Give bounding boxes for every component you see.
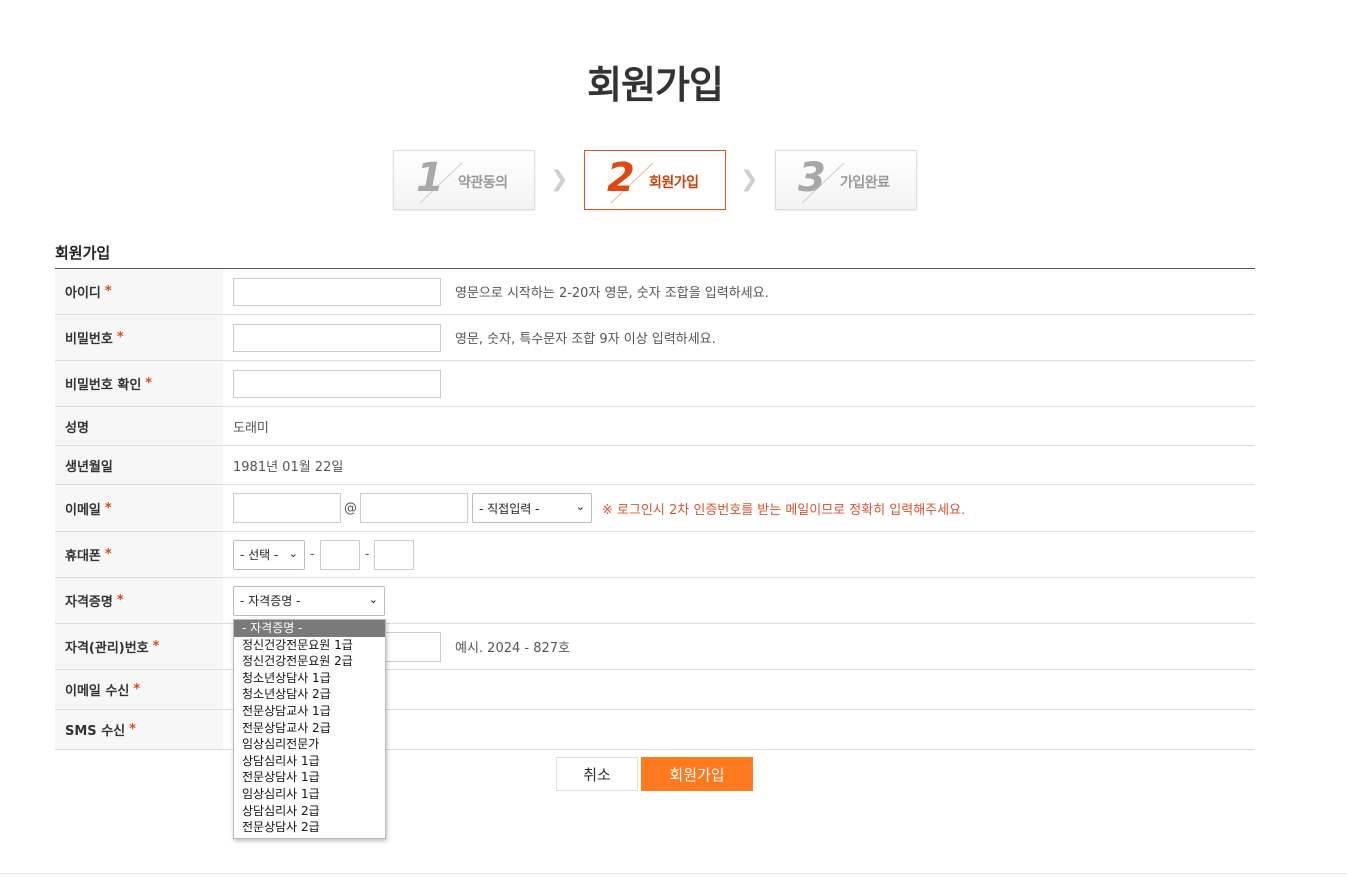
cert-option[interactable]: 전문상담교사 1급 [234, 703, 385, 720]
password-input[interactable] [233, 323, 441, 352]
label-cert-number: 자격(관리)번호 * [55, 624, 223, 669]
row-password: 비밀번호 * 영문, 숫자, 특수문자 조합 9자 이상 입력하세요. [55, 315, 1255, 361]
join-button[interactable]: 회원가입 [641, 757, 753, 791]
cancel-button[interactable]: 취소 [556, 757, 638, 791]
email-domain-select[interactable]: - 직접입력 - ⌄ [472, 493, 592, 523]
email-domain-input[interactable] [360, 493, 468, 523]
label-password-confirm: 비밀번호 확인 * [55, 361, 223, 406]
required-mark: * [129, 722, 136, 737]
label-email-receive: 이메일 수신 * [55, 670, 223, 709]
row-email: 이메일 * @ - 직접입력 - ⌄ ※ 로그인시 2차 인증번호를 받는 메일이므… [55, 485, 1255, 532]
cert-option[interactable]: 상담심리사 1급 [234, 753, 385, 770]
label-id: 아이디 * [55, 269, 223, 314]
label-phone: 휴대폰 * [55, 532, 223, 577]
cert-option[interactable]: 정신건강전문요원 1급 [234, 637, 385, 654]
row-name: 성명 도래미 [55, 407, 1255, 446]
cert-option[interactable]: 상담심리사 2급 [234, 803, 385, 820]
step-join: 2 회원가입 [584, 150, 726, 210]
step-label: 가입완료 [840, 175, 890, 191]
email-at: @ [344, 500, 357, 516]
phone-dash: - [310, 547, 315, 562]
row-phone: 휴대폰 * - 선택 - ⌄ - - [55, 532, 1255, 578]
label-name: 성명 [55, 407, 223, 445]
required-mark: * [104, 547, 112, 562]
required-mark: * [116, 593, 124, 608]
row-password-confirm: 비밀번호 확인 * [55, 361, 1255, 407]
label-password: 비밀번호 * [55, 315, 223, 360]
cert-option[interactable]: 정신건강전문요원 2급 [234, 653, 385, 670]
step-number: 3 [798, 155, 826, 201]
cert-option[interactable]: 청소년상담사 1급 [234, 670, 385, 687]
cert-option[interactable]: 임상심리사 1급 [234, 786, 385, 803]
footer-divider [0, 873, 1347, 874]
cert-option[interactable]: 임상심리전문가 [234, 736, 385, 753]
phone-dash: - [364, 547, 370, 562]
label-sms-receive: SMS 수신 * [55, 710, 223, 749]
birth-value: 1981년 01월 22일 [233, 459, 344, 475]
required-mark: * [145, 376, 153, 391]
required-mark: * [104, 284, 112, 299]
cert-option[interactable]: 전문상담사 2급 [234, 819, 385, 836]
phone-last-input[interactable] [374, 539, 415, 570]
name-value: 도래미 [233, 420, 269, 436]
row-birth: 생년월일 1981년 01월 22일 [55, 446, 1255, 485]
step-terms: 1 약관동의 [393, 150, 535, 210]
phone-prefix-select[interactable]: - 선택 - ⌄ [233, 539, 305, 570]
password-hint: 영문, 숫자, 특수문자 조합 9자 이상 입력하세요. [455, 332, 716, 347]
required-mark: * [104, 500, 112, 516]
chevron-right-icon: ❯ [740, 167, 759, 192]
step-number: 1 [416, 155, 444, 201]
step-complete: 3 가입완료 [775, 150, 917, 210]
cert-select[interactable]: - 자격증명 - ⌄ [233, 585, 385, 616]
required-mark: * [116, 330, 124, 345]
label-email: 이메일 * [55, 485, 223, 531]
chevron-right-icon: ❯ [550, 167, 569, 192]
id-hint: 영문으로 시작하는 2-20자 영문, 숫자 조합을 입력하세요. [455, 286, 769, 301]
chevron-down-icon: ⌄ [575, 500, 585, 513]
cert-option[interactable]: 청소년상담사 2급 [234, 686, 385, 703]
cert-dropdown-list: - 자격증명 - 정신건강전문요원 1급 정신건강전문요원 2급 청소년상담사 … [233, 619, 386, 839]
phone-middle-input[interactable] [319, 539, 360, 570]
step-number: 2 [607, 155, 635, 201]
cert-option[interactable]: 전문상담사 1급 [234, 769, 385, 786]
chevron-down-icon: ⌄ [288, 546, 298, 560]
chevron-down-icon: ⌄ [368, 592, 378, 606]
label-cert: 자격증명 * [55, 578, 223, 623]
section-title: 회원가입 [55, 244, 111, 262]
cert-option[interactable]: - 자격증명 - [234, 620, 385, 637]
row-id: 아이디 * 영문으로 시작하는 2-20자 영문, 숫자 조합을 입력하세요. [55, 269, 1255, 315]
step-label: 회원가입 [649, 175, 699, 191]
email-id-input[interactable] [233, 493, 341, 523]
required-mark: * [152, 639, 160, 654]
id-input[interactable] [233, 277, 441, 306]
password-confirm-input[interactable] [233, 369, 441, 398]
cert-number-hint: 예시. 2024 - 827호 [455, 641, 570, 656]
page-title: 회원가입 [587, 63, 724, 107]
required-mark: * [133, 682, 141, 697]
label-birth: 생년월일 [55, 446, 223, 484]
email-warning: ※ 로그인시 2차 인증번호를 받는 메일이므로 정확히 입력해주세요. [602, 502, 966, 518]
cert-option[interactable]: 전문상담교사 2급 [234, 720, 385, 737]
step-label: 약관동의 [458, 175, 508, 191]
row-cert: 자격증명 * - 자격증명 - ⌄ [55, 578, 1255, 624]
